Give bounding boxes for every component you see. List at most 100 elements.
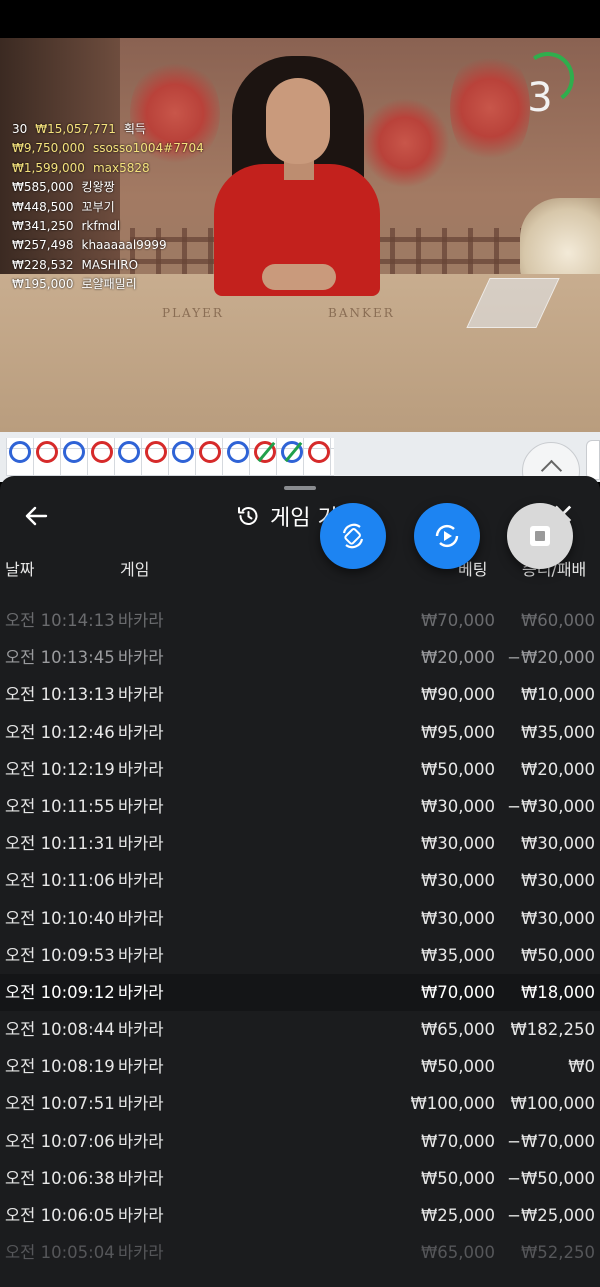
- winner-name: MASHIRO: [81, 257, 139, 272]
- stop-button[interactable]: [507, 503, 573, 569]
- winner-amount: ₩228,532: [12, 257, 74, 272]
- history-row[interactable]: 오전 10:08:19 바카라 ₩50,000 ₩0: [0, 1048, 600, 1085]
- history-time: 오전 10:11:31: [5, 834, 115, 854]
- drag-handle[interactable]: [284, 486, 316, 490]
- bead-red: [145, 441, 167, 463]
- history-game: 바카라: [118, 908, 164, 928]
- history-row[interactable]: 오전 10:09:53 바카라 ₩35,000 ₩50,000: [0, 937, 600, 974]
- history-time: 오전 10:06:05: [5, 1206, 115, 1225]
- history-game: 바카라: [118, 1094, 164, 1114]
- history-result: ₩30,000: [520, 908, 595, 928]
- history-result: ₩50,000: [520, 945, 595, 965]
- history-row[interactable]: 오전 10:06:38 바카라 ₩50,000 −₩50,000: [0, 1160, 600, 1197]
- status-bar: [0, 0, 600, 38]
- history-row[interactable]: 오전 10:07:06 바카라 ₩70,000 −₩70,000: [0, 1123, 600, 1160]
- history-result: ₩30,000: [520, 834, 595, 854]
- history-game: 바카라: [118, 722, 164, 742]
- blossom-decoration: [360, 98, 450, 188]
- history-game: 바카라: [118, 1131, 164, 1151]
- history-bet: ₩50,000: [420, 759, 495, 779]
- countdown-timer: 3: [527, 75, 553, 121]
- history-row[interactable]: 오전 10:12:19 바카라 ₩50,000 ₩20,000: [0, 751, 600, 788]
- history-row[interactable]: 오전 10:06:05 바카라 ₩25,000 −₩25,000: [0, 1197, 600, 1234]
- winner-amount: ₩9,750,000: [12, 141, 85, 156]
- history-game: 바카라: [118, 759, 164, 779]
- history-row[interactable]: 오전 10:12:46 바카라 ₩95,000 ₩35,000: [0, 714, 600, 751]
- history-result: ₩10,000: [520, 685, 595, 705]
- arrow-left-icon[interactable]: [22, 502, 52, 530]
- history-result: ₩20,000: [520, 759, 595, 779]
- history-bet: ₩50,000: [420, 1168, 495, 1188]
- history-bet: ₩25,000: [420, 1206, 495, 1225]
- history-time: 오전 10:07:51: [5, 1094, 115, 1114]
- winner-row: ₩341,250 rkfmdl: [12, 217, 204, 236]
- history-time: 오전 10:05:04: [5, 1243, 115, 1263]
- history-result: ₩35,000: [520, 722, 595, 742]
- history-game: 바카라: [118, 1057, 164, 1077]
- winner-amount: ₩195,000: [12, 277, 74, 292]
- history-time: 오전 10:09:12: [5, 982, 115, 1002]
- history-bet: ₩30,000: [420, 908, 495, 928]
- history-result: ₩0: [568, 1057, 595, 1077]
- history-icon: [238, 507, 258, 525]
- history-row[interactable]: 오전 10:14:13 바카라 ₩70,000 ₩60,000: [0, 602, 600, 639]
- winners-summary: 30 ₩15,057,771 획득: [12, 120, 204, 139]
- column-date: 날짜: [5, 560, 35, 579]
- winner-name: 킹왕짱: [81, 180, 115, 195]
- winners-list: 30 ₩15,057,771 획득 ₩9,750,000 ssosso1004#7…: [12, 120, 204, 295]
- winners-total-suffix: 획득: [123, 122, 146, 136]
- history-result: ₩18,000: [520, 982, 595, 1002]
- history-row[interactable]: 오전 10:11:55 바카라 ₩30,000 −₩30,000: [0, 788, 600, 825]
- history-row[interactable]: 오전 10:09:12 바카라 ₩70,000 ₩18,000: [0, 973, 600, 1012]
- history-bet: ₩100,000: [410, 1094, 495, 1114]
- history-bet: ₩95,000: [420, 722, 495, 742]
- history-game: 바카라: [118, 611, 164, 630]
- history-game: 바카라: [118, 982, 164, 1002]
- history-row[interactable]: 오전 10:11:06 바카라 ₩30,000 ₩30,000: [0, 862, 600, 899]
- winner-row: ₩228,532 MASHIRO: [12, 256, 204, 275]
- history-time: 오전 10:14:13: [5, 611, 115, 630]
- tie-mark: [284, 441, 303, 463]
- history-time: 오전 10:11:06: [5, 871, 115, 891]
- history-row[interactable]: 오전 10:10:40 바카라 ₩30,000 ₩30,000: [0, 900, 600, 937]
- history-result: −₩20,000: [507, 648, 595, 668]
- winner-name: 로얄패밀리: [81, 277, 137, 292]
- winner-row: ₩9,750,000 ssosso1004#7704: [12, 139, 204, 158]
- history-bet: ₩70,000: [420, 982, 495, 1002]
- history-row[interactable]: 오전 10:13:13 바카라 ₩90,000 ₩10,000: [0, 676, 600, 713]
- history-row[interactable]: 오전 10:13:45 바카라 ₩20,000 −₩20,000: [0, 639, 600, 676]
- history-bet: ₩65,000: [420, 1243, 495, 1263]
- history-game: 바카라: [118, 1206, 164, 1225]
- replay-button[interactable]: [414, 503, 480, 569]
- history-bet: ₩50,000: [420, 1057, 495, 1077]
- history-row[interactable]: 오전 10:07:51 바카라 ₩100,000 ₩100,000: [0, 1085, 600, 1122]
- winner-amount: ₩585,000: [12, 180, 74, 195]
- winner-name: khaaaaal9999: [81, 238, 167, 253]
- bead-tie-red: [253, 441, 276, 463]
- history-time: 오전 10:10:40: [5, 908, 115, 928]
- history-result: −₩50,000: [507, 1168, 595, 1188]
- history-time: 오전 10:12:46: [5, 722, 115, 742]
- history-game: 바카라: [118, 685, 164, 705]
- history-bet: ₩30,000: [420, 834, 495, 854]
- bead-red: [90, 441, 113, 463]
- history-time: 오전 10:07:06: [5, 1131, 115, 1151]
- history-result: −₩30,000: [507, 796, 595, 816]
- rotate-screen-button[interactable]: [320, 503, 386, 569]
- history-bet: ₩70,000: [420, 1131, 495, 1151]
- history-row[interactable]: 오전 10:05:04 바카라 ₩65,000 ₩52,250: [0, 1234, 600, 1271]
- player-label: PLAYER: [162, 306, 224, 320]
- history-game: 바카라: [118, 796, 164, 816]
- history-row[interactable]: 오전 10:11:31 바카라 ₩30,000 ₩30,000: [0, 825, 600, 862]
- history-game: 바카라: [118, 1243, 164, 1263]
- winner-row: ₩257,498 khaaaaal9999: [12, 236, 204, 255]
- bead-blue: [117, 441, 140, 463]
- history-row[interactable]: 오전 10:08:44 바카라 ₩65,000 ₩182,250: [0, 1011, 600, 1048]
- side-tab[interactable]: [586, 440, 600, 480]
- history-game: 바카라: [118, 1020, 164, 1040]
- winner-row: ₩1,599,000 max5828: [12, 159, 204, 178]
- replay-icon: [435, 524, 459, 548]
- winner-name: max5828: [92, 160, 150, 175]
- history-bet: ₩65,000: [420, 1020, 495, 1040]
- history-result: ₩60,000: [520, 611, 595, 630]
